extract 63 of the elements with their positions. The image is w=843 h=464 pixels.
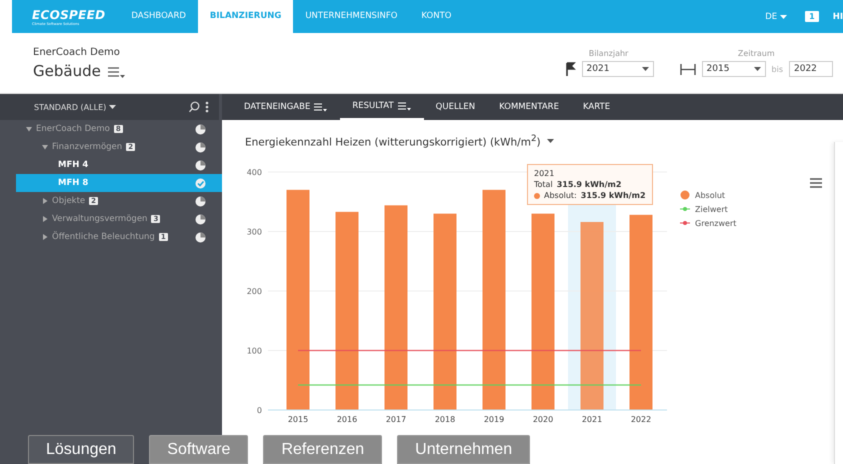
flag-icon xyxy=(564,62,576,76)
axis-label: 2017 xyxy=(386,415,406,424)
tree-item[interactable]: MFH 4 xyxy=(16,156,222,174)
caret-icon[interactable] xyxy=(546,139,554,144)
status-icon xyxy=(195,196,206,206)
tooltip-value: 315.9 kWh/m2 xyxy=(580,190,646,201)
status-icon xyxy=(195,124,206,134)
website-button[interactable]: Lösungen xyxy=(28,435,134,464)
more-icon[interactable] xyxy=(205,101,209,113)
tooltip-label: Absolut: xyxy=(544,190,577,201)
year-select[interactable]: 2021 xyxy=(582,61,654,77)
status-icon xyxy=(195,214,206,224)
axis-label: 2020 xyxy=(532,415,554,424)
axis-label: 2022 xyxy=(630,415,652,424)
tab[interactable]: KOMMENTARE xyxy=(487,94,571,120)
menu-icon[interactable] xyxy=(314,102,328,112)
field-label: Zeitraum xyxy=(738,49,775,58)
range-separator: bis xyxy=(772,64,783,74)
series-dot xyxy=(534,192,540,198)
start-year-select[interactable]: 2015 xyxy=(702,61,766,77)
axis-label: 100 xyxy=(246,346,262,356)
caret-icon[interactable] xyxy=(42,216,48,222)
page-title: Gebäude xyxy=(33,62,101,80)
status-icon xyxy=(195,160,206,170)
caret-icon[interactable] xyxy=(42,234,48,240)
tooltip-label: Total xyxy=(534,179,553,190)
menu-icon[interactable] xyxy=(398,101,412,111)
status-icon xyxy=(195,178,206,188)
tab[interactable]: KARTE xyxy=(570,94,622,120)
project-name: EnerCoach Demo xyxy=(33,46,121,58)
end-year-select[interactable]: 2022 xyxy=(789,61,833,77)
axis-label: 2021 xyxy=(582,415,602,424)
axis-label: 2018 xyxy=(434,415,456,424)
tooltip-year: 2021 xyxy=(534,168,556,179)
search-icon[interactable] xyxy=(188,101,200,113)
axis-label: 200 xyxy=(246,287,262,296)
axis-label: 0 xyxy=(256,406,262,415)
caret-icon[interactable] xyxy=(42,198,48,204)
caret-icon[interactable] xyxy=(642,67,649,71)
status-icon xyxy=(195,232,206,242)
tab[interactable]: RESULTAT xyxy=(340,94,424,120)
filter-dropdown[interactable]: STANDARD (ALLE) xyxy=(34,102,106,112)
axis-label: 400 xyxy=(246,168,262,177)
caret-icon[interactable] xyxy=(109,105,116,109)
status-icon xyxy=(195,142,206,152)
caret-icon[interactable] xyxy=(42,144,48,150)
axis-label: 2019 xyxy=(484,415,504,424)
menu-icon[interactable] xyxy=(810,178,822,188)
legend-label[interactable]: Absolut xyxy=(695,190,726,200)
axis-label: 2016 xyxy=(336,415,358,424)
legend-label[interactable]: Grenzwert xyxy=(695,218,736,228)
legend-label[interactable]: Zielwert xyxy=(695,204,728,214)
tab[interactable]: QUELLEN xyxy=(424,94,488,120)
menu-icon[interactable] xyxy=(106,65,125,79)
axis-label: 300 xyxy=(246,228,262,236)
field-label: Bilanzjahr xyxy=(588,49,628,58)
axis-label: 2015 xyxy=(288,415,308,424)
caret-icon[interactable] xyxy=(754,67,761,71)
chart-title: Energiekennzahl Heizen (witterungskorrigiert) (kWh/m$^{2}$) xyxy=(245,134,541,148)
caret-icon[interactable] xyxy=(26,126,32,132)
range-icon xyxy=(680,62,696,76)
tooltip-value: 315.9 kWh/m2 xyxy=(556,179,622,190)
tab[interactable]: DATENEINGABE xyxy=(232,94,340,120)
